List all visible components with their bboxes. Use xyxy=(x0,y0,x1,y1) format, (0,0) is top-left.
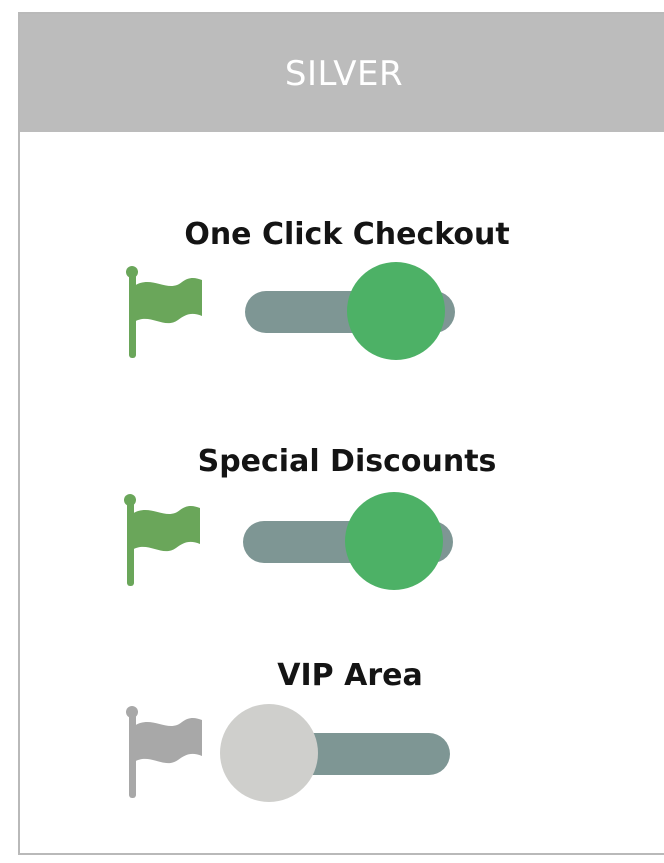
plan-card: SILVER One Click Checkout Special Discou… xyxy=(18,12,664,855)
feature-label: Special Discounts xyxy=(197,444,497,479)
flag-icon xyxy=(126,706,202,798)
feature-label: One Click Checkout xyxy=(184,217,510,252)
feature-row-vip-area: VIP Area xyxy=(20,14,664,802)
toggle-knob[interactable] xyxy=(345,492,443,590)
toggle-knob[interactable] xyxy=(347,262,445,360)
vip-area-toggle[interactable] xyxy=(220,704,470,804)
special-discounts-toggle[interactable] xyxy=(223,492,473,592)
feature-label: VIP Area xyxy=(277,658,423,693)
one-click-checkout-toggle[interactable] xyxy=(225,262,475,362)
flag-icon xyxy=(126,266,202,358)
flag-icon xyxy=(124,494,200,586)
toggle-knob[interactable] xyxy=(220,704,318,802)
